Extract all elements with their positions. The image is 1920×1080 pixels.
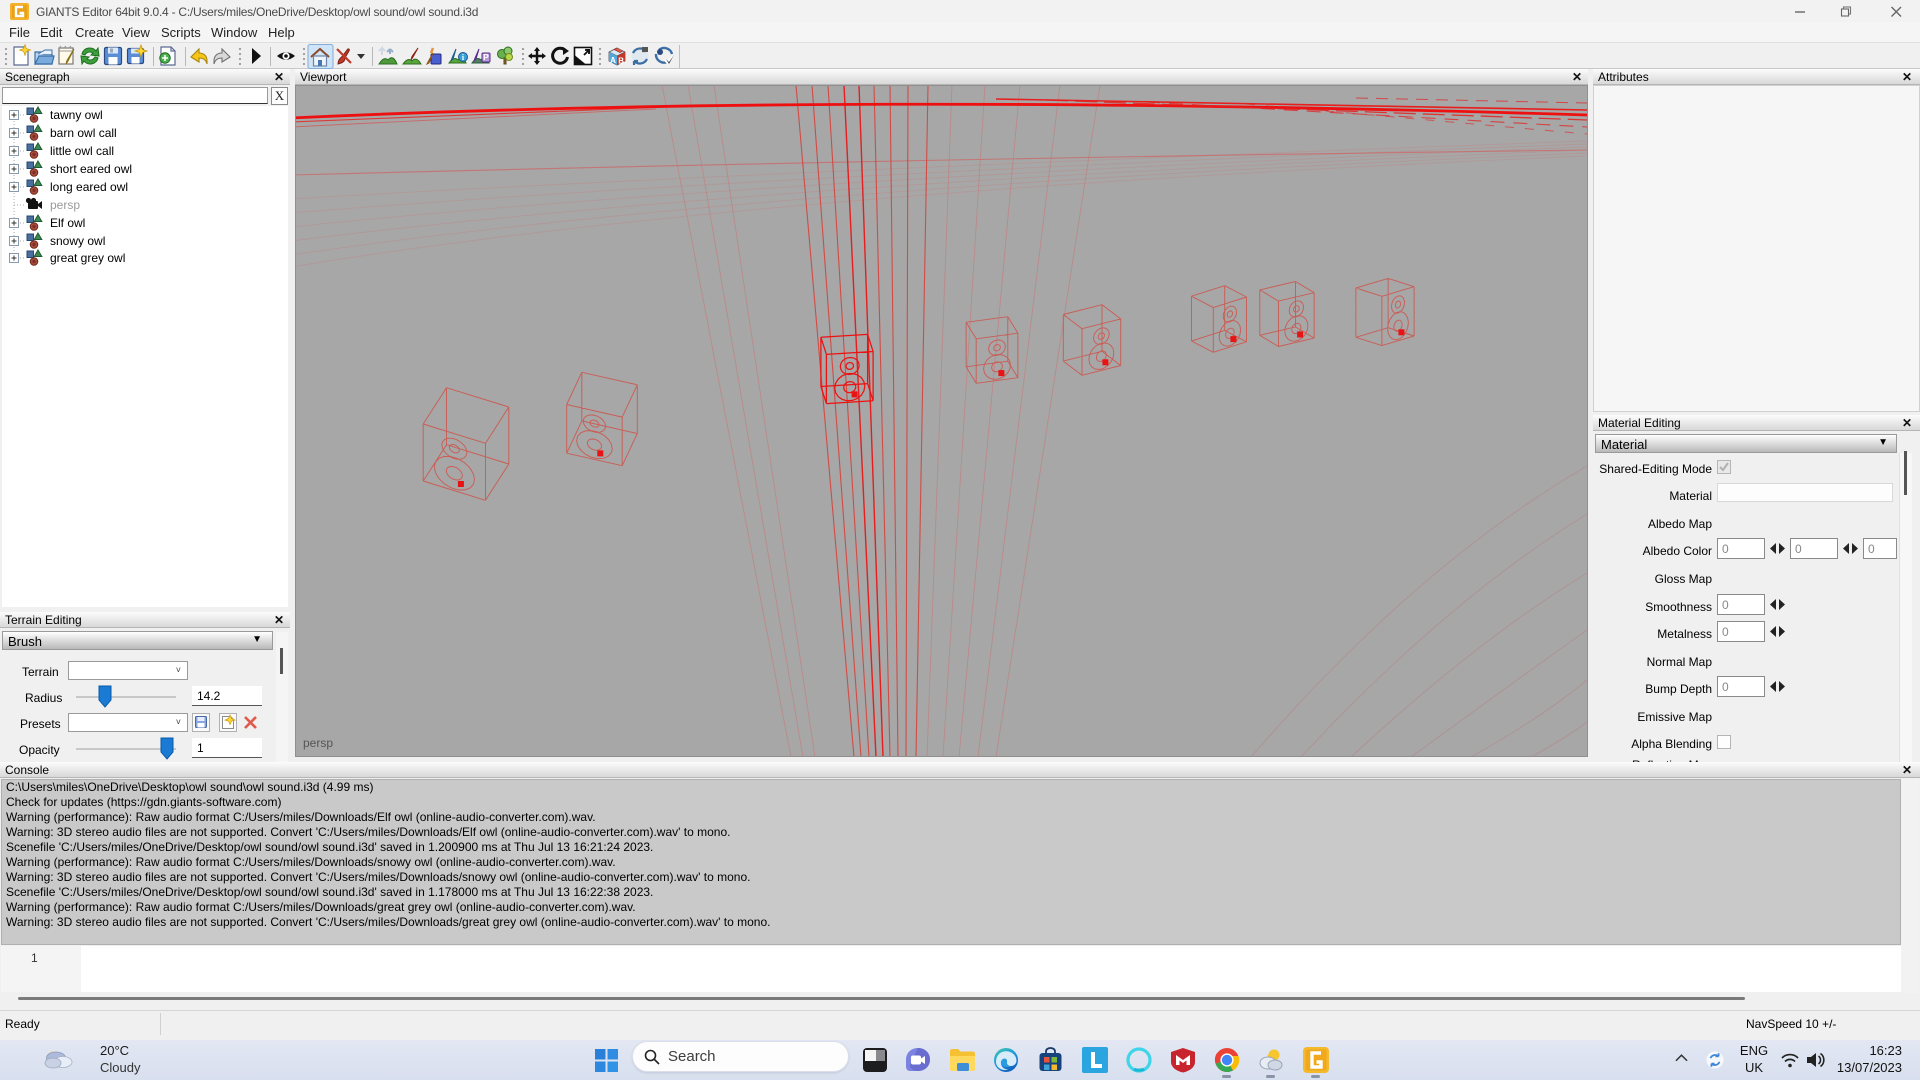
- svg-text:little owl call: little owl call: [50, 144, 114, 158]
- svg-text:B: B: [618, 57, 624, 66]
- svg-text:long eared owl: long eared owl: [50, 180, 128, 194]
- svg-text:tawny owl: tawny owl: [50, 108, 103, 122]
- svg-text:snowy owl: snowy owl: [50, 234, 105, 248]
- svg-text:persp: persp: [50, 198, 80, 212]
- svg-text:P: P: [483, 52, 489, 62]
- svg-text:great grey owl: great grey owl: [50, 251, 125, 265]
- svg-text:barn owl call: barn owl call: [50, 126, 117, 140]
- svg-text:Elf owl: Elf owl: [50, 216, 85, 230]
- svg-text:short eared owl: short eared owl: [50, 162, 132, 176]
- svg-text:A: A: [610, 56, 616, 65]
